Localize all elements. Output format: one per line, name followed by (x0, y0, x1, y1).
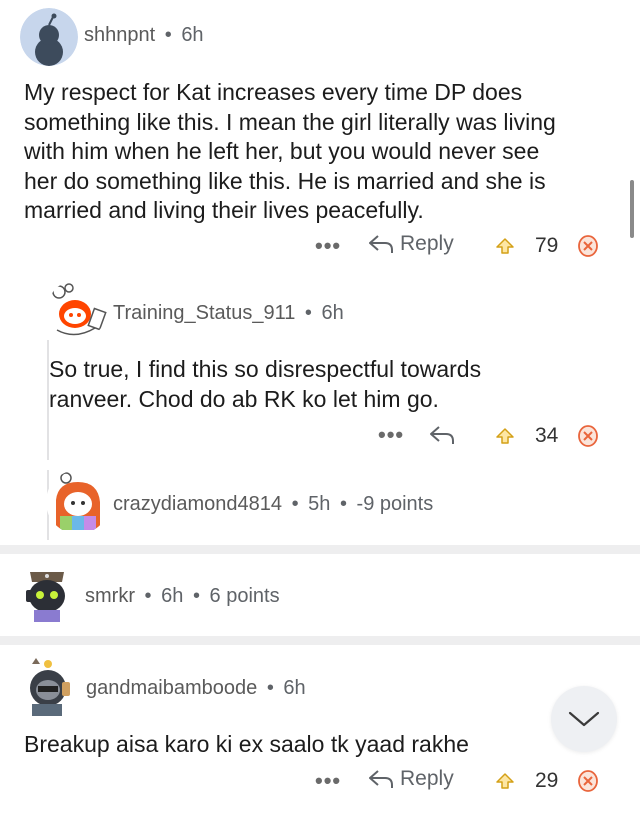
separator-dot: • (164, 24, 172, 46)
comment-line: something like this. I mean the girl lit… (24, 108, 556, 135)
upvote-icon[interactable] (496, 428, 514, 444)
reply-label: Reply (400, 767, 454, 790)
username[interactable]: gandmaibamboode (86, 677, 257, 699)
comment-meta: smrkr • 6h • 6 points (85, 585, 280, 608)
separator-dot: • (144, 585, 152, 607)
comment-line: with him when he left her, but you would… (24, 138, 540, 164)
comment-line: So true, I find this so disrespectful to… (49, 356, 482, 382)
separator-dot: • (266, 677, 274, 699)
username[interactable]: shhnpnt (84, 24, 155, 46)
section-divider (0, 636, 640, 645)
separator-dot: • (291, 493, 299, 515)
username[interactable]: Training_Status_911 (113, 302, 295, 324)
downvote-icon[interactable] (578, 425, 598, 452)
timestamp: 6h (283, 677, 306, 699)
reply-arrow-icon (369, 235, 393, 253)
username[interactable]: crazydiamond4814 (113, 493, 282, 515)
vote-count: 29 (535, 769, 559, 792)
points: 6 points (209, 585, 280, 607)
points: -9 points (356, 493, 434, 515)
avatar[interactable] (47, 280, 107, 340)
upvote-icon[interactable] (496, 773, 514, 789)
comment-body: Breakup aisa karo ki ex saalo tk yaad ra… (24, 730, 544, 760)
separator-dot: • (192, 585, 200, 607)
comment-line: ranveer. Chod do ab RK ko let him go. (49, 385, 439, 412)
timestamp: 6h (321, 302, 344, 324)
downvote-icon[interactable] (578, 235, 598, 262)
comment-meta: gandmaibamboode • 6h (86, 677, 306, 700)
reply-label: Reply (400, 232, 454, 255)
comment-line: Breakup aisa karo ki ex saalo tk yaad ra… (24, 731, 469, 757)
chevron-down-icon (568, 711, 600, 727)
comment-line: My respect for Kat increases every time … (24, 79, 523, 105)
avatar[interactable] (18, 562, 76, 624)
username[interactable]: smrkr (85, 585, 135, 607)
downvote-icon[interactable] (578, 770, 598, 797)
comment-body: So true, I find this so disrespectful to… (49, 355, 629, 414)
vote-count: 79 (535, 234, 559, 257)
reply-button[interactable]: Reply (368, 767, 454, 791)
section-divider (0, 545, 640, 554)
upvote-icon[interactable] (496, 238, 514, 254)
timestamp: 5h (308, 493, 331, 515)
avatar[interactable] (18, 656, 76, 718)
more-icon[interactable]: ••• (315, 768, 341, 794)
reply-arrow-icon (369, 770, 393, 788)
reply-arrow-icon[interactable] (428, 424, 456, 446)
comment-line: married and living their lives peacefull… (24, 197, 424, 223)
timestamp: 6h (181, 24, 204, 46)
reply-button[interactable]: Reply (368, 232, 454, 256)
comment-meta: Training_Status_911 • 6h (113, 302, 344, 325)
avatar[interactable] (46, 470, 110, 534)
more-icon[interactable]: ••• (378, 422, 404, 448)
separator-dot: • (339, 493, 347, 515)
scrollbar[interactable] (630, 180, 634, 238)
avatar[interactable] (20, 8, 78, 66)
more-icon[interactable]: ••• (315, 233, 341, 259)
separator-dot: • (304, 302, 312, 324)
comment-meta: shhnpnt • 6h (84, 24, 204, 47)
vote-count: 34 (535, 424, 559, 447)
timestamp: 6h (161, 585, 184, 607)
comment-meta: crazydiamond4814 • 5h • -9 points (113, 493, 433, 516)
comment-body: My respect for Kat increases every time … (24, 78, 634, 226)
comment-line: her do something like this. He is marrie… (24, 167, 546, 194)
scroll-down-button[interactable] (551, 686, 617, 752)
